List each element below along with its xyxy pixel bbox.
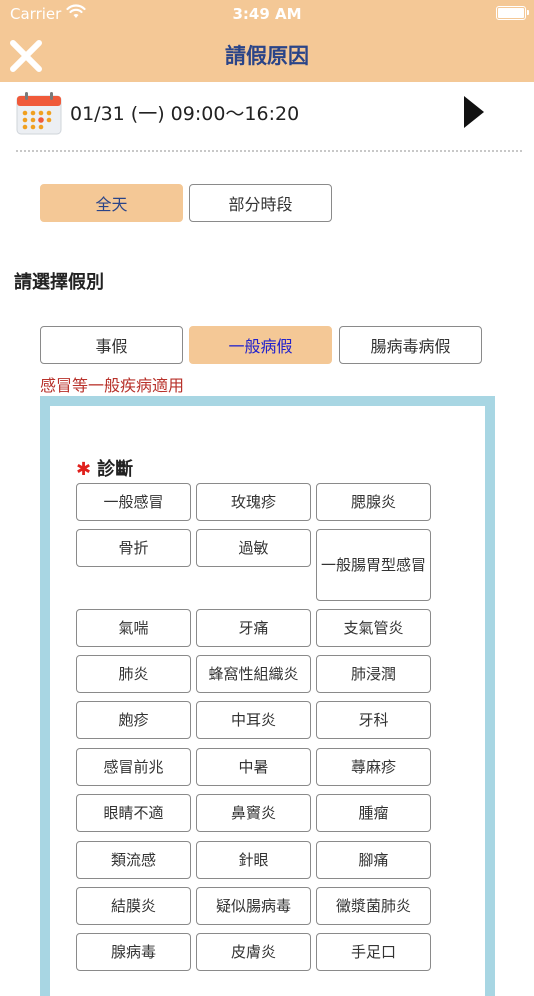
tab-general-sick-leave[interactable]: 一般病假 (189, 326, 332, 364)
diagnosis-option[interactable]: 疑似腸病毒 (196, 887, 311, 925)
diagnosis-option[interactable]: 針眼 (196, 841, 311, 879)
diagnosis-option[interactable]: 類流感 (76, 841, 191, 879)
diagnosis-option[interactable]: 支氣管炎 (316, 609, 431, 647)
required-star-icon: ✱ (76, 459, 92, 480)
diagnosis-option[interactable]: 腳痛 (316, 841, 431, 879)
status-bar: Carrier 3:49 AM (0, 0, 534, 28)
diagnosis-option[interactable]: 手足口 (316, 933, 431, 971)
diagnosis-option[interactable]: 蕁麻疹 (316, 748, 431, 786)
date-time-text: 01/31 (一) 09:00～16:20 (70, 103, 300, 125)
battery-icon (496, 6, 529, 20)
diagnosis-option[interactable]: 皮膚炎 (196, 933, 311, 971)
diagnosis-option[interactable]: 眼睛不適 (76, 794, 191, 832)
diagnosis-option[interactable]: 結膜炎 (76, 887, 191, 925)
diagnosis-option[interactable]: 牙科 (316, 701, 431, 739)
diagnosis-option[interactable]: 肺浸潤 (316, 655, 431, 693)
leave-note: 感冒等一般疾病適用 (40, 376, 185, 395)
diagnosis-option[interactable]: 骨折 (76, 529, 191, 567)
diagnosis-option[interactable]: 一般腸胃型感冒 (316, 529, 431, 601)
diagnosis-option[interactable]: 蜂窩性組織炎 (196, 655, 311, 693)
diagnosis-option[interactable]: 氣喘 (76, 609, 191, 647)
diagnosis-option[interactable]: 腮腺炎 (316, 483, 431, 521)
dotted-divider (16, 150, 522, 152)
diagnosis-option[interactable]: 皰疹 (76, 701, 191, 739)
status-time: 3:49 AM (232, 5, 302, 23)
diagnosis-option[interactable]: 感冒前兆 (76, 748, 191, 786)
diagnosis-option[interactable]: 中耳炎 (196, 701, 311, 739)
diagnosis-option[interactable]: 肺炎 (76, 655, 191, 693)
duration-full-day-button[interactable]: 全天 (40, 184, 183, 222)
diagnosis-option[interactable]: 腫瘤 (316, 794, 431, 832)
diagnosis-option[interactable]: 一般感冒 (76, 483, 191, 521)
tab-personal-leave[interactable]: 事假 (40, 326, 183, 364)
diagnosis-label: 診斷 (97, 459, 134, 480)
diagnosis-option[interactable]: 玫瑰疹 (196, 483, 311, 521)
play-arrow-icon[interactable] (462, 94, 486, 130)
leave-type-heading: 請選擇假別 (14, 272, 104, 293)
diagnosis-option[interactable]: 黴漿菌肺炎 (316, 887, 431, 925)
diagnosis-option[interactable]: 鼻竇炎 (196, 794, 311, 832)
duration-partial-button[interactable]: 部分時段 (189, 184, 332, 222)
diagnosis-option[interactable]: 過敏 (196, 529, 311, 567)
top-bar: Carrier 3:49 AM 請假原因 (0, 0, 534, 82)
calendar-icon (16, 92, 62, 135)
page-title: 請假原因 (225, 44, 309, 68)
diagnosis-option[interactable]: 中暑 (196, 748, 311, 786)
tab-enterovirus-leave[interactable]: 腸病毒病假 (339, 326, 482, 364)
date-row: 01/31 (一) 09:00～16:20 (0, 82, 534, 150)
diagnosis-option[interactable]: 腺病毒 (76, 933, 191, 971)
diagnosis-heading: ✱ 診斷 (76, 455, 133, 481)
diagnosis-option[interactable]: 牙痛 (196, 609, 311, 647)
